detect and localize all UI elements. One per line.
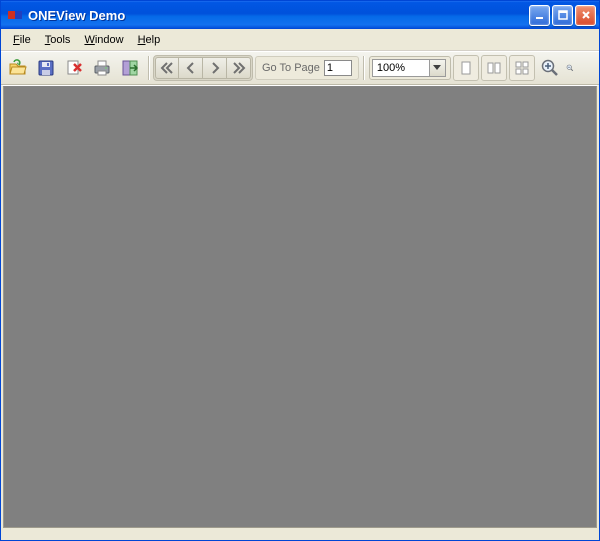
page-view-3-button[interactable] — [509, 55, 535, 81]
app-icon — [7, 7, 23, 23]
next-page-button[interactable] — [203, 57, 227, 79]
zoom-combo — [369, 56, 451, 80]
zoom-dropdown-button[interactable] — [430, 59, 446, 77]
window-title: ONEView Demo — [28, 8, 529, 23]
print-button[interactable] — [89, 55, 115, 81]
menu-file[interactable]: File — [7, 32, 37, 48]
maximize-button[interactable] — [552, 5, 573, 26]
first-page-button[interactable] — [155, 57, 179, 79]
minimize-button[interactable] — [529, 5, 550, 26]
prev-page-button[interactable] — [179, 57, 203, 79]
app-window: ONEView Demo File Tools Window Help — [0, 0, 600, 541]
window-controls — [529, 5, 596, 26]
page-nav-group — [153, 55, 253, 81]
menu-tools[interactable]: Tools — [39, 32, 77, 48]
open-button[interactable] — [5, 55, 31, 81]
zoom-in-button[interactable] — [537, 55, 563, 81]
menu-window[interactable]: Window — [78, 32, 129, 48]
zoom-input[interactable] — [372, 59, 430, 77]
goto-page-label: Go To Page — [262, 62, 320, 74]
toolbar-separator — [145, 56, 151, 80]
statusbar — [1, 530, 599, 540]
export-button[interactable] — [117, 55, 143, 81]
close-button[interactable] — [575, 5, 596, 26]
goto-page-input[interactable] — [324, 60, 352, 76]
page-view-2-button[interactable] — [481, 55, 507, 81]
toolbar: Go To Page — [1, 51, 599, 85]
last-page-button[interactable] — [227, 57, 251, 79]
save-button[interactable] — [33, 55, 59, 81]
goto-page-group: Go To Page — [255, 56, 359, 80]
page-view-1-button[interactable] — [453, 55, 479, 81]
menubar: File Tools Window Help — [1, 29, 599, 51]
document-area[interactable] — [3, 86, 597, 528]
titlebar[interactable]: ONEView Demo — [1, 1, 599, 29]
content-frame — [1, 85, 599, 530]
close-file-button[interactable] — [61, 55, 87, 81]
menu-help[interactable]: Help — [132, 32, 167, 48]
zoom-out-button[interactable] — [565, 55, 575, 81]
toolbar-separator — [361, 56, 367, 80]
